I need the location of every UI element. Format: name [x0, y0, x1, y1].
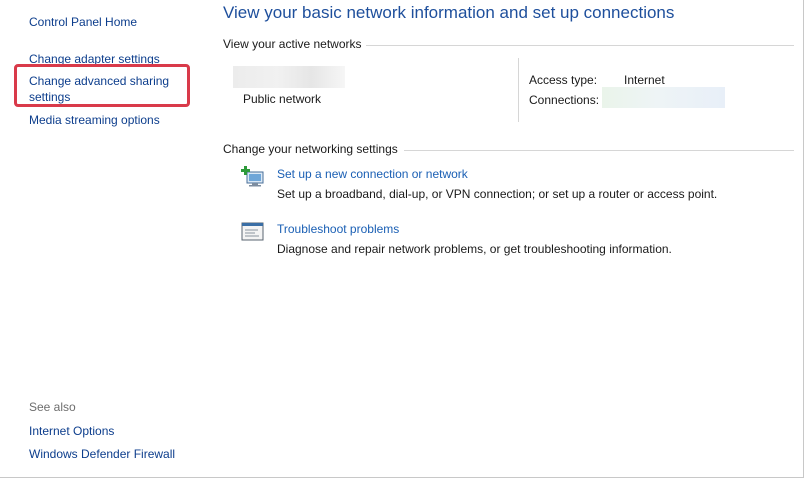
troubleshoot-problems-link[interactable]: Troubleshoot problems — [277, 222, 399, 236]
internet-options-link[interactable]: Internet Options — [29, 423, 114, 439]
network-setup-icon — [241, 166, 265, 188]
network-category[interactable]: Public network — [243, 92, 321, 106]
setup-new-connection-link[interactable]: Set up a new connection or network — [277, 167, 468, 181]
networking-settings-heading: Change your networking settings — [223, 142, 398, 156]
windows-defender-firewall-link[interactable]: Windows Defender Firewall — [29, 446, 175, 462]
section-divider — [366, 45, 794, 46]
active-networks-heading: View your active networks — [223, 37, 362, 51]
access-type-value: Internet — [624, 73, 665, 87]
vertical-divider — [518, 58, 519, 122]
connection-name-redacted[interactable] — [602, 87, 725, 108]
media-streaming-options-link[interactable]: Media streaming options — [29, 112, 160, 128]
troubleshoot-icon — [241, 221, 265, 243]
network-name-redacted — [233, 66, 345, 88]
troubleshoot-problems-description: Diagnose and repair network problems, or… — [277, 242, 672, 256]
change-advanced-sharing-link[interactable]: Change advanced sharing — [29, 73, 169, 89]
page-title: View your basic network information and … — [223, 3, 675, 22]
section-divider — [404, 150, 794, 151]
setup-new-connection-description: Set up a broadband, dial-up, or VPN conn… — [277, 187, 718, 201]
access-type-label: Access type: — [529, 73, 598, 87]
connections-label: Connections: — [529, 93, 600, 107]
control-panel-home-link[interactable]: Control Panel Home — [29, 14, 137, 30]
see-also-heading: See also — [29, 400, 76, 414]
change-advanced-sharing-link-line2[interactable]: settings — [29, 89, 70, 105]
